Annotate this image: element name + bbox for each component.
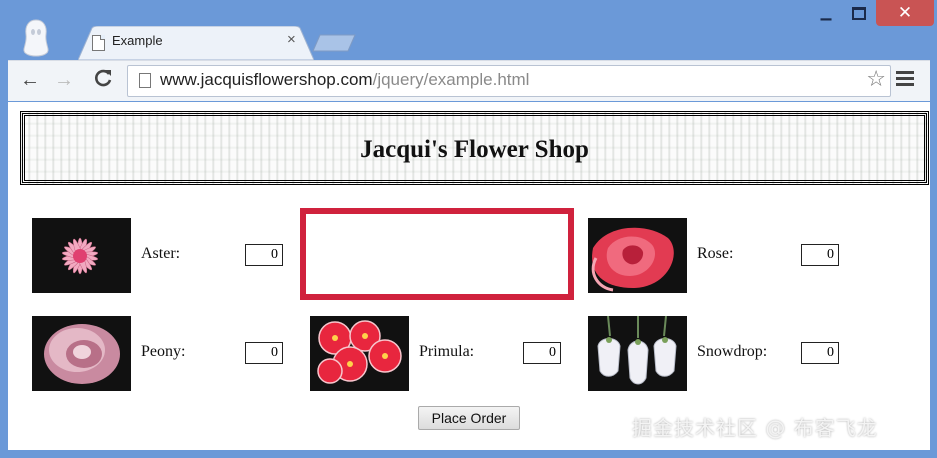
page-icon [92,35,105,51]
highlighted-empty-cell [300,208,574,300]
page-title: Jacqui's Flower Shop [360,136,589,163]
back-arrow-icon[interactable]: ← [20,69,40,92]
tab-title: Example [112,33,163,48]
url-host: www.jacquisflowershop.com [160,70,373,89]
snowdrop-image [588,316,687,391]
page-icon [139,73,151,88]
minimize-button[interactable]: ▁ [812,4,840,28]
maximize-button[interactable] [846,7,872,31]
aster-label: Aster: [141,245,181,262]
rose-label: Rose: [697,245,734,262]
url-path: /jquery/example.html [372,70,530,89]
browser-toolbar: ← → www.jacquisflowershop.com/jquery/exa… [8,60,930,101]
primula-label: Primula: [419,343,475,360]
maximize-icon [852,7,866,20]
page-content: Jacqui's Flower Shop Aster: 0 Rose: 0 Pe… [8,102,930,450]
place-order-button[interactable]: Place Order [418,406,520,430]
forward-arrow-icon[interactable]: → [54,69,74,92]
peony-image [32,316,131,391]
browser-tab[interactable]: Example × [78,26,314,60]
rose-quantity-input[interactable]: 0 [801,244,839,266]
reload-icon[interactable] [92,67,114,89]
aster-quantity-input[interactable]: 0 [245,244,283,266]
new-tab-button[interactable] [312,34,356,52]
star-icon[interactable]: ☆ [866,67,886,92]
menu-icon[interactable] [896,71,914,89]
tab-close-icon[interactable]: × [287,31,296,48]
primula-image [310,316,409,391]
profile-ghost-icon[interactable] [22,18,50,58]
peony-label: Peony: [141,343,186,360]
snowdrop-quantity-input[interactable]: 0 [801,342,839,364]
rose-image [588,218,687,293]
watermark-text: 掘金技术社区 @ 布客飞龙 [632,416,878,440]
primula-quantity-input[interactable]: 0 [523,342,561,364]
shop-banner: Jacqui's Flower Shop [20,111,929,185]
peony-quantity-input[interactable]: 0 [245,342,283,364]
browser-window: Example × ▁ ✕ ← → www.jacquisflowershop.… [0,0,937,458]
snowdrop-label: Snowdrop: [697,343,768,360]
url-text[interactable]: www.jacquisflowershop.com/jquery/example… [160,70,529,90]
aster-image [32,218,131,293]
close-window-button[interactable]: ✕ [876,0,934,26]
address-bar[interactable]: www.jacquisflowershop.com/jquery/example… [127,65,891,97]
